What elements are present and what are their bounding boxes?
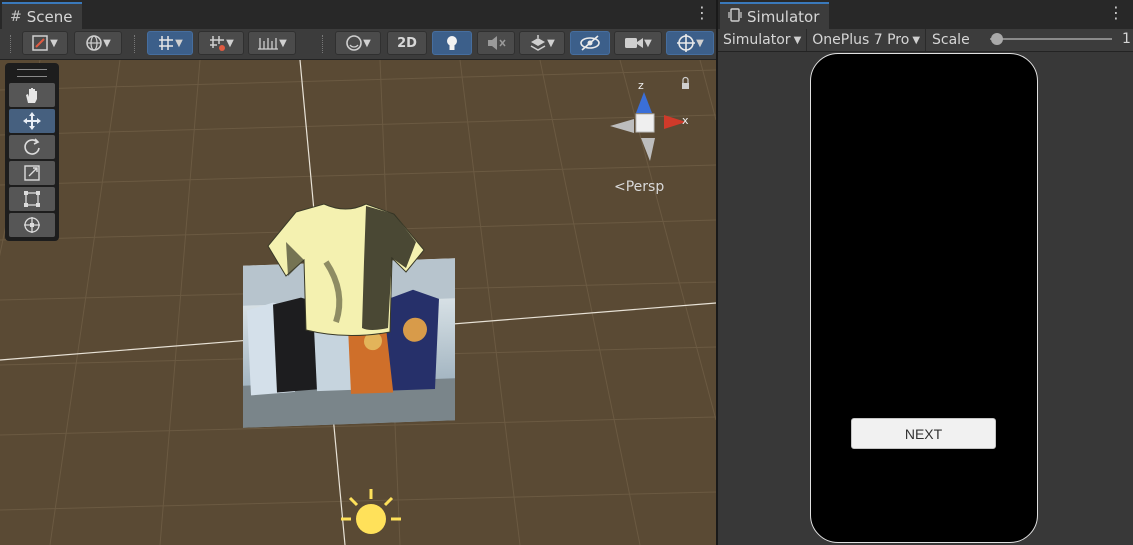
sphere-icon — [346, 35, 362, 51]
eye-hidden-icon — [580, 35, 600, 51]
chevron-down-icon: ▼ — [279, 37, 287, 49]
neg-y-axis-cone[interactable] — [641, 138, 655, 161]
draw-mode-button[interactable]: ▼ — [22, 31, 68, 55]
scene-visibility-button[interactable] — [570, 31, 610, 55]
simulator-mode-dropdown[interactable]: Simulator ▼ — [718, 29, 808, 51]
simulator-more-options-icon[interactable]: ⋮ — [1108, 5, 1124, 21]
scene-tab-label: Scene — [26, 8, 73, 26]
rect-tool-button[interactable] — [9, 187, 55, 211]
grid-snap-icon — [159, 36, 174, 50]
simulator-tab-bar: Simulator ⋮ — [718, 0, 1133, 30]
toolbar-grip — [10, 35, 13, 53]
chevron-down-icon: ▼ — [50, 37, 58, 49]
device-value: OnePlus 7 Pro — [812, 32, 910, 48]
transform-all-icon — [24, 217, 40, 233]
camera-icon — [625, 38, 644, 48]
chevron-down-icon: ▼ — [696, 37, 704, 49]
scene-view-globe-button[interactable]: ▼ — [74, 31, 122, 55]
effects-button[interactable]: ▼ — [519, 31, 565, 55]
snap-settings-button[interactable]: ▼ — [248, 31, 296, 55]
axis-gizmo: z x — [610, 76, 689, 161]
scale-slider-handle[interactable] — [991, 33, 1003, 45]
scale-slider-track[interactable] — [990, 38, 1112, 40]
scale-value: 1 — [1122, 31, 1131, 47]
chevron-left-icon: < — [614, 179, 626, 195]
move-arrows-icon — [23, 112, 41, 130]
toolbar-grip — [134, 35, 137, 53]
scene-tab-bar: # Scene ⋮ — [0, 0, 716, 30]
gizmos-button[interactable]: ▼ — [666, 31, 714, 55]
chevron-down-icon: ▼ — [793, 34, 802, 46]
simulator-window: Simulator ⋮ Simulator ▼ OnePlus 7 Pro ▼ … — [718, 0, 1133, 545]
snap-increment-button[interactable]: ▼ — [198, 31, 244, 55]
gizmo-crosshair-icon — [677, 34, 696, 52]
scene-window: # Scene ⋮ ▼ ▼ ▼ ▼ ▼ ▼ 2D ▼ ▼ ▼ z x <Pers… — [0, 0, 716, 545]
simulator-mode-value: Simulator — [723, 32, 791, 48]
gizmo-x-label: x — [682, 114, 689, 127]
hash-icon: # — [10, 9, 22, 25]
directional-light-icon[interactable] — [337, 487, 405, 545]
next-button[interactable]: NEXT — [851, 418, 996, 449]
speaker-muted-icon — [488, 36, 506, 50]
phone-icon — [728, 8, 742, 26]
chevron-down-icon: ▼ — [103, 37, 111, 49]
chevron-down-icon: ▼ — [644, 37, 652, 49]
tool-palette-handle[interactable] — [17, 69, 47, 77]
scene-orientation-gizmo[interactable]: z x — [600, 75, 700, 170]
rotate-tool-button[interactable] — [9, 135, 55, 159]
scene-camera-button[interactable]: ▼ — [614, 31, 662, 55]
gizmo-z-label: z — [638, 79, 644, 92]
perspective-toggle[interactable]: <Persp — [614, 179, 664, 195]
simulator-tab[interactable]: Simulator — [720, 2, 830, 30]
grid-magnet-icon — [210, 36, 226, 51]
toggle-2d-button[interactable]: 2D — [387, 31, 427, 55]
scale-icon — [24, 165, 40, 181]
scale-tool-button[interactable] — [9, 161, 55, 185]
scene-tab[interactable]: # Scene — [2, 2, 83, 30]
device-screen[interactable] — [810, 53, 1038, 543]
scene-toolbar: ▼ ▼ ▼ ▼ ▼ ▼ 2D ▼ ▼ ▼ — [0, 29, 716, 60]
lighting-toggle-button[interactable] — [432, 31, 472, 55]
audio-toggle-button[interactable] — [477, 31, 515, 55]
ruler-icon — [258, 38, 279, 50]
move-tool-button[interactable] — [9, 109, 55, 133]
gizmo-center-cube[interactable] — [635, 113, 655, 133]
z-axis-cone[interactable] — [636, 92, 652, 113]
globe-icon — [86, 35, 102, 51]
simulator-toolbar: Simulator ▼ OnePlus 7 Pro ▼ Scale 1 — [718, 29, 1133, 52]
toolbar-grip — [322, 35, 325, 53]
device-dropdown[interactable]: OnePlus 7 Pro ▼ — [807, 29, 927, 51]
scene-more-options-icon[interactable]: ⋮ — [694, 5, 710, 21]
chevron-down-icon: ▼ — [912, 34, 921, 46]
shaded-draw-icon — [32, 35, 48, 51]
simulator-tab-label: Simulator — [747, 8, 820, 26]
shading-mode-button[interactable]: ▼ — [335, 31, 381, 55]
lightbulb-icon — [447, 36, 457, 50]
chevron-down-icon: ▼ — [363, 37, 371, 49]
chevron-down-icon: ▼ — [175, 37, 183, 49]
rotate-icon — [24, 138, 40, 155]
tshirt-3d-model[interactable] — [266, 202, 426, 342]
perspective-label: Persp — [625, 179, 665, 195]
chevron-down-icon: ▼ — [226, 37, 234, 49]
lock-icon[interactable] — [682, 83, 689, 89]
hand-icon — [26, 88, 37, 103]
chevron-down-icon: ▼ — [547, 37, 555, 49]
tool-palette — [5, 63, 59, 241]
neg-x-axis-cone[interactable] — [610, 119, 634, 133]
grid-toggle-button[interactable]: ▼ — [147, 31, 193, 55]
layers-stack-icon — [530, 35, 546, 51]
rect-transform-icon — [24, 191, 40, 207]
hand-tool-button[interactable] — [9, 83, 55, 107]
transform-tool-button[interactable] — [9, 213, 55, 237]
scale-label: Scale — [932, 32, 970, 48]
